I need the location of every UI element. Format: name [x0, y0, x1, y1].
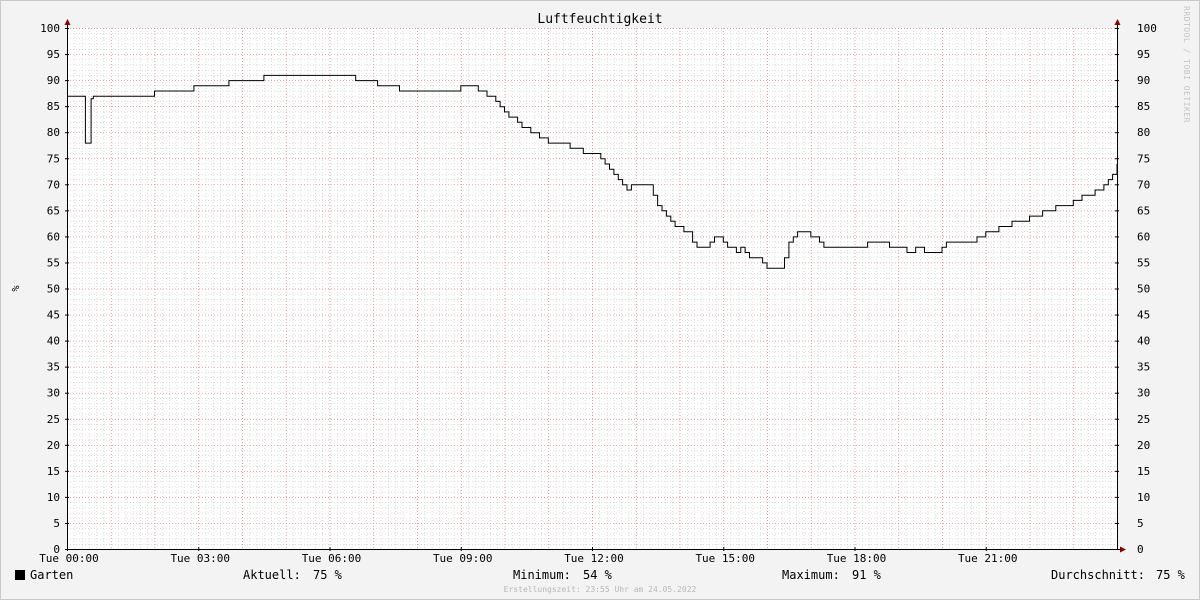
- y-tick-label-left: 35: [47, 361, 60, 374]
- durchschnitt-label: Durchschnitt:: [1051, 568, 1145, 582]
- x-tick-label: Tue 06:00: [302, 552, 362, 565]
- y-tick-label-right: 50: [1137, 283, 1150, 296]
- y-tick-label-left: 45: [47, 309, 60, 322]
- y-tick-label-right: 30: [1137, 387, 1150, 400]
- y-axis-arrow-left: [64, 19, 71, 25]
- y-tick-label-right: 75: [1137, 152, 1150, 165]
- y-tick-label-left: 10: [47, 491, 60, 504]
- y-tick-label-right: 0: [1137, 543, 1144, 556]
- x-tick-label: Tue 15:00: [695, 552, 755, 565]
- minimum-value: 54 %: [583, 568, 612, 582]
- y-tick-label-right: 20: [1137, 439, 1150, 452]
- y-tick-label-left: 60: [47, 230, 60, 243]
- x-tick-label: Tue 00:00: [39, 552, 99, 565]
- y-tick-label-left: 95: [47, 48, 60, 61]
- x-tick-label: Tue 12:00: [564, 552, 624, 565]
- y-tick-label-right: 100: [1137, 22, 1157, 35]
- y-tick-label-right: 35: [1137, 361, 1150, 374]
- chart-title: Luftfeuchtigkeit: [537, 12, 662, 27]
- y-tick-label-right: 80: [1137, 126, 1150, 139]
- y-tick-label-left: 100: [40, 22, 60, 35]
- y-tick-label-left: 55: [47, 256, 60, 269]
- y-tick-label-left: 40: [47, 335, 60, 348]
- y-tick-label-left: 85: [47, 100, 60, 113]
- y-tick-label-right: 65: [1137, 204, 1150, 217]
- y-tick-label-right: 60: [1137, 230, 1150, 243]
- legend-row: Garten Aktuell: 75 % Minimum: 54 % Maxim…: [0, 566, 1200, 584]
- y-tick-label-left: 70: [47, 178, 60, 191]
- y-tick-label-right: 85: [1137, 100, 1150, 113]
- y-tick-label-left: 30: [47, 387, 60, 400]
- y-axis-label-left: %: [9, 285, 20, 291]
- y-tick-label-left: 5: [53, 517, 60, 530]
- minimum-label: Minimum:: [513, 568, 571, 582]
- humidity-chart: 0 05 510 1015 1520 2025 2530 3035 3540 4045 4550 50…: [9, 12, 1157, 565]
- y-tick-label-right: 45: [1137, 309, 1150, 322]
- y-tick-label-left: 75: [47, 152, 60, 165]
- y-tick-label-left: 20: [47, 439, 60, 452]
- y-tick-label-right: 95: [1137, 48, 1150, 61]
- aktuell-label: Aktuell:: [243, 568, 301, 582]
- x-axis-arrow: [1120, 546, 1126, 553]
- y-tick-label-right: 15: [1137, 465, 1150, 478]
- y-tick-label-right: 90: [1137, 74, 1150, 87]
- y-tick-label-left: 65: [47, 204, 60, 217]
- legend-swatch: [15, 570, 25, 580]
- y-tick-label-right: 55: [1137, 256, 1150, 269]
- y-tick-label-left: 50: [47, 283, 60, 296]
- vendor-label: RRDTOOL / TOBI OETIKER: [1182, 6, 1191, 123]
- y-axis-arrow-right: [1114, 19, 1121, 25]
- legend-series-name: Garten: [30, 568, 74, 582]
- y-tick-label-right: 25: [1137, 413, 1150, 426]
- maximum-label: Maximum:: [782, 568, 840, 582]
- y-tick-label-left: 80: [47, 126, 60, 139]
- y-tick-label-right: 5: [1137, 517, 1144, 530]
- y-tick-label-left: 15: [47, 465, 60, 478]
- plot-area: [67, 28, 1117, 549]
- x-tick-label: Tue 03:00: [170, 552, 230, 565]
- aktuell-value: 75 %: [313, 568, 342, 582]
- y-tick-label-right: 10: [1137, 491, 1150, 504]
- maximum-value: 91 %: [852, 568, 881, 582]
- x-tick-label: Tue 21:00: [958, 552, 1018, 565]
- x-tick-label: Tue 18:00: [827, 552, 887, 565]
- y-tick-label-right: 70: [1137, 178, 1150, 191]
- x-tick-label: Tue 09:00: [433, 552, 493, 565]
- y-tick-label-left: 90: [47, 74, 60, 87]
- y-tick-label-right: 40: [1137, 335, 1150, 348]
- creation-time: Erstellungszeit: 23:55 Uhr am 24.05.2022: [503, 585, 697, 594]
- y-tick-label-left: 25: [47, 413, 60, 426]
- durchschnitt-value: 75 %: [1156, 568, 1185, 582]
